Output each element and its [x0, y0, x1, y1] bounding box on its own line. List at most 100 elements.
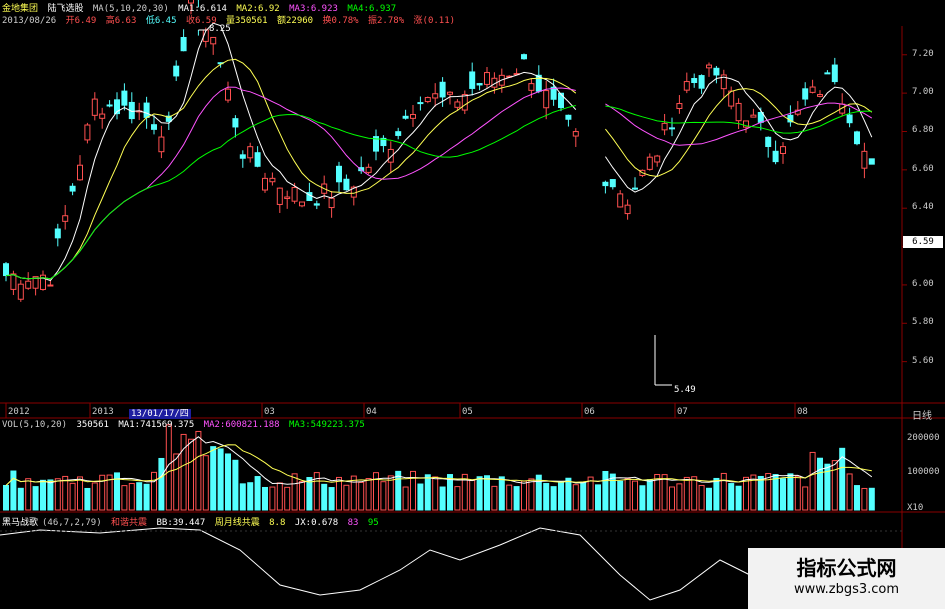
volume-bar: [395, 470, 402, 511]
candle-body: [454, 101, 461, 108]
volume-bar: [284, 486, 291, 511]
volume-bar: [202, 455, 209, 511]
volume-bar: [543, 483, 550, 511]
volume-bar: [328, 487, 335, 511]
volume-bar: [765, 473, 772, 511]
candle-body: [676, 103, 683, 109]
osc-jx: JX:0.678: [294, 518, 339, 528]
current-price-badge: 6.59: [903, 236, 943, 248]
candle-body: [528, 83, 535, 91]
volume-bar: [831, 460, 838, 511]
volume-bar: [780, 478, 786, 511]
candle-body: [25, 280, 32, 289]
price-axis-label: 7.20: [912, 48, 934, 59]
volume-bar: [151, 471, 157, 511]
candle-body: [824, 72, 831, 75]
volume-bar: [195, 430, 202, 511]
candle-body: [669, 127, 675, 130]
candle-body: [106, 104, 113, 107]
candle-body: [158, 136, 165, 153]
volume-bar: [350, 475, 357, 511]
ma20-line: [5, 86, 873, 280]
oscillator-line: [0, 527, 751, 601]
candle-body: [365, 166, 372, 173]
vol-axis-1: 200000: [907, 433, 940, 443]
volume-bar: [32, 486, 39, 511]
vol-ma2: MA2:600821.188: [203, 420, 280, 430]
volume-bar: [484, 475, 490, 511]
volume-bar: [225, 453, 231, 511]
candle-body: [750, 114, 757, 118]
candle-body: [54, 228, 61, 239]
volume-bar: [861, 487, 868, 511]
candle-body: [691, 78, 698, 83]
amplitude: 振2.78%: [368, 16, 405, 26]
candle-body: [521, 54, 527, 60]
time-axis-label: 2012: [8, 407, 30, 417]
volume-bar: [513, 486, 520, 511]
volume-bar: [669, 486, 675, 511]
vol-ma3: MA3:549223.375: [288, 420, 365, 430]
candle-body: [180, 37, 187, 52]
volume-bar: [299, 481, 305, 511]
volume-bar: [25, 478, 32, 511]
candle-body: [284, 196, 291, 200]
volume-bar: [173, 453, 180, 511]
osc-v2: 83: [347, 518, 359, 528]
osc-sig2: 周月线共震: [214, 518, 260, 528]
candle-body: [3, 263, 9, 277]
candle-body: [299, 201, 305, 207]
candle-body: [476, 83, 483, 86]
vol-header: VOL(5,10,20) 350561 MA1:741569.375 MA2:6…: [2, 420, 369, 430]
volume-bar: [609, 473, 616, 511]
volume-bar: [136, 482, 143, 511]
price-axis-label: 7.00: [912, 87, 934, 98]
osc-v1: 8.8: [269, 518, 286, 528]
osc-name: 黑马战歌: [2, 518, 39, 528]
open: 开6.49: [65, 16, 97, 26]
candle-body: [269, 177, 276, 183]
vol-axis-3: X10: [907, 503, 924, 513]
volume-bar: [565, 477, 572, 511]
volume-bar: [343, 484, 350, 511]
volume-bar: [506, 484, 513, 511]
volume-bar: [624, 477, 631, 511]
candle-body: [254, 152, 261, 167]
osc-bb: BB:39.447: [156, 518, 206, 528]
volume-bar: [276, 482, 283, 511]
candle-body: [854, 131, 860, 145]
candle-body: [713, 67, 720, 76]
candle-body: [432, 93, 439, 99]
volume-bar: [676, 483, 683, 511]
candle-body: [276, 187, 283, 205]
price-axis-label: 6.60: [912, 163, 934, 174]
volume-bar: [595, 484, 601, 511]
candle-body: [602, 181, 609, 187]
volume-bar: [128, 482, 135, 511]
period-label[interactable]: 日线: [912, 407, 932, 422]
vol-ma1: MA1:741569.375: [118, 420, 195, 430]
volume-bar: [269, 486, 276, 511]
turnover: 换0.78%: [322, 16, 359, 26]
ma10-line: [5, 58, 873, 280]
time-axis-label: 2013: [92, 407, 114, 417]
volume-bar: [617, 480, 624, 511]
volume-bar: [646, 479, 653, 511]
candle-body: [831, 64, 838, 83]
candle-body: [735, 102, 742, 122]
volume-bar: [143, 483, 150, 511]
low-label: 5.49: [674, 385, 696, 395]
candle-body: [772, 150, 779, 163]
candle-body: [225, 88, 231, 101]
osc-header: 黑马战歌 (46,7,2,79) 和谐共震 BB:39.447 周月线共震 8.8…: [2, 515, 383, 528]
volume-bar: [498, 476, 505, 511]
candle-body: [313, 203, 320, 206]
candle-body: [780, 146, 786, 154]
candle-body: [47, 284, 54, 287]
candle-body: [565, 114, 572, 120]
volume-bar: [262, 486, 268, 511]
volume-bar: [757, 475, 764, 511]
volume-bar: [713, 477, 720, 511]
volume-bar: [121, 485, 128, 511]
candle-body: [558, 92, 564, 109]
